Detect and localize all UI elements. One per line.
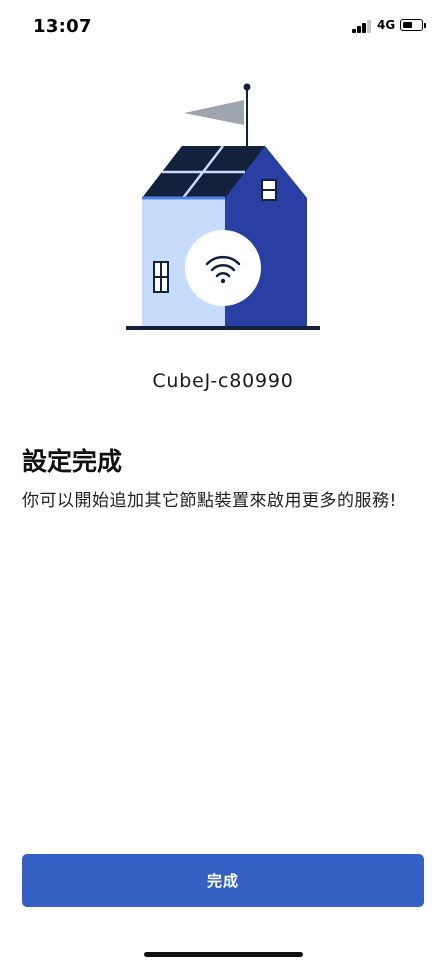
network-type: 4G bbox=[377, 18, 396, 32]
setup-complete-screen: 13:07 4G CubeJ-c80990 設定完成 你可以開始追加其它節點裝置… bbox=[0, 0, 446, 966]
wifi-icon bbox=[185, 230, 261, 306]
flag-icon bbox=[184, 83, 251, 146]
done-button[interactable]: 完成 bbox=[22, 854, 424, 907]
setup-description: 你可以開始追加其它節點裝置來啟用更多的服務! bbox=[22, 491, 397, 511]
battery-cap bbox=[424, 23, 426, 28]
house-wifi-illustration bbox=[126, 83, 320, 330]
home-indicator[interactable] bbox=[144, 952, 303, 957]
battery-icon bbox=[400, 19, 423, 31]
status-time: 13:07 bbox=[33, 16, 92, 37]
ground-line bbox=[126, 326, 320, 330]
status-bar: 13:07 4G bbox=[0, 0, 446, 54]
signal-strength-icon bbox=[352, 20, 372, 33]
page-title: 設定完成 bbox=[22, 447, 123, 476]
device-name: CubeJ-c80990 bbox=[152, 370, 294, 392]
battery-level bbox=[402, 21, 412, 28]
